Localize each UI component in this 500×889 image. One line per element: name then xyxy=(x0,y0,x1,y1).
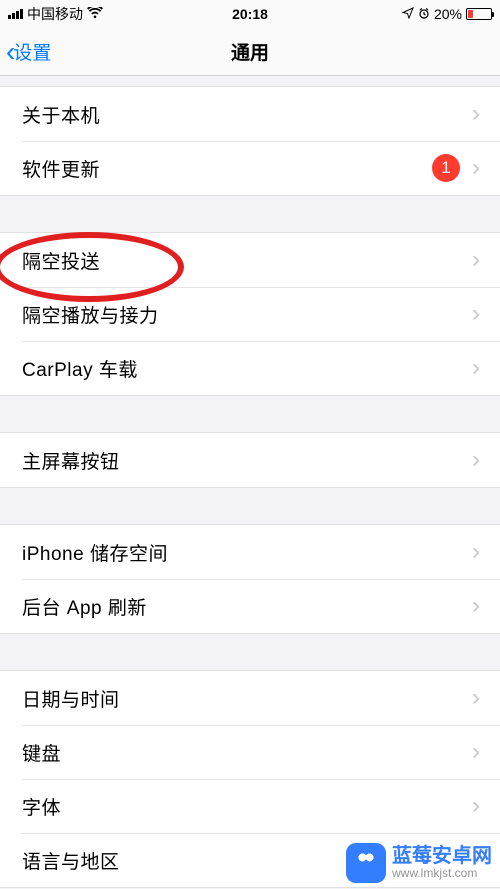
row-fonts[interactable]: 字体 › xyxy=(0,779,500,833)
row-iphone-storage[interactable]: iPhone 储存空间 › xyxy=(0,525,500,579)
chevron-right-icon: › xyxy=(472,740,480,764)
group-homebutton: 主屏幕按钮 › xyxy=(0,432,500,488)
chevron-right-icon: › xyxy=(472,794,480,818)
row-keyboard[interactable]: 键盘 › xyxy=(0,725,500,779)
chevron-right-icon: › xyxy=(472,356,480,380)
row-label: 关于本机 xyxy=(22,101,472,128)
chevron-right-icon: › xyxy=(472,248,480,272)
back-button[interactable]: ‹ 设置 xyxy=(6,38,51,66)
group-about: 关于本机 › 软件更新 1 › xyxy=(0,86,500,196)
wifi-icon xyxy=(87,6,103,22)
row-home-button[interactable]: 主屏幕按钮 › xyxy=(0,433,500,487)
row-date-time[interactable]: 日期与时间 › xyxy=(0,671,500,725)
group-storage: iPhone 储存空间 › 后台 App 刷新 › xyxy=(0,524,500,634)
row-label: 语言与地区 xyxy=(22,847,472,874)
chevron-right-icon: › xyxy=(472,540,480,564)
row-label: CarPlay 车载 xyxy=(22,355,472,382)
row-label: 日期与时间 xyxy=(22,685,472,712)
battery-icon xyxy=(466,8,492,20)
chevron-right-icon: › xyxy=(472,156,480,180)
status-right: 20% xyxy=(402,6,492,22)
chevron-right-icon: › xyxy=(472,448,480,472)
status-left: 中国移动 xyxy=(8,4,103,24)
row-label: 字体 xyxy=(22,793,472,820)
row-airplay-handoff[interactable]: 隔空播放与接力 › xyxy=(0,287,500,341)
settings-list: 关于本机 › 软件更新 1 › 隔空投送 › 隔空播放与接力 › CarPlay… xyxy=(0,76,500,888)
row-label: 键盘 xyxy=(22,739,472,766)
chevron-right-icon: › xyxy=(472,302,480,326)
page-title: 通用 xyxy=(231,38,269,65)
row-label: 后台 App 刷新 xyxy=(22,593,472,620)
signal-icon xyxy=(8,9,23,19)
battery-pct: 20% xyxy=(434,6,462,22)
row-about[interactable]: 关于本机 › xyxy=(0,87,500,141)
group-airdrop: 隔空投送 › 隔空播放与接力 › CarPlay 车载 › xyxy=(0,232,500,396)
chevron-right-icon: › xyxy=(472,594,480,618)
nav-bar: ‹ 设置 通用 xyxy=(0,28,500,76)
back-label: 设置 xyxy=(13,38,51,65)
row-label: 隔空播放与接力 xyxy=(22,301,472,328)
carrier-label: 中国移动 xyxy=(27,4,83,24)
location-icon xyxy=(402,6,414,22)
row-label: 主屏幕按钮 xyxy=(22,447,472,474)
row-airdrop[interactable]: 隔空投送 › xyxy=(0,233,500,287)
row-label: 隔空投送 xyxy=(22,247,472,274)
status-bar: 中国移动 20:18 20% xyxy=(0,0,500,28)
row-background-refresh[interactable]: 后台 App 刷新 › xyxy=(0,579,500,633)
row-label: iPhone 储存空间 xyxy=(22,539,472,566)
alarm-icon xyxy=(418,6,430,22)
row-carplay[interactable]: CarPlay 车载 › xyxy=(0,341,500,395)
group-misc: 日期与时间 › 键盘 › 字体 › 语言与地区 › xyxy=(0,670,500,888)
chevron-right-icon: › xyxy=(472,102,480,126)
row-software-update[interactable]: 软件更新 1 › xyxy=(0,141,500,195)
chevron-right-icon: › xyxy=(472,848,480,872)
row-language-region[interactable]: 语言与地区 › xyxy=(0,833,500,887)
chevron-right-icon: › xyxy=(472,686,480,710)
update-badge: 1 xyxy=(432,154,460,182)
row-label: 软件更新 xyxy=(22,155,432,182)
status-time: 20:18 xyxy=(232,6,268,22)
